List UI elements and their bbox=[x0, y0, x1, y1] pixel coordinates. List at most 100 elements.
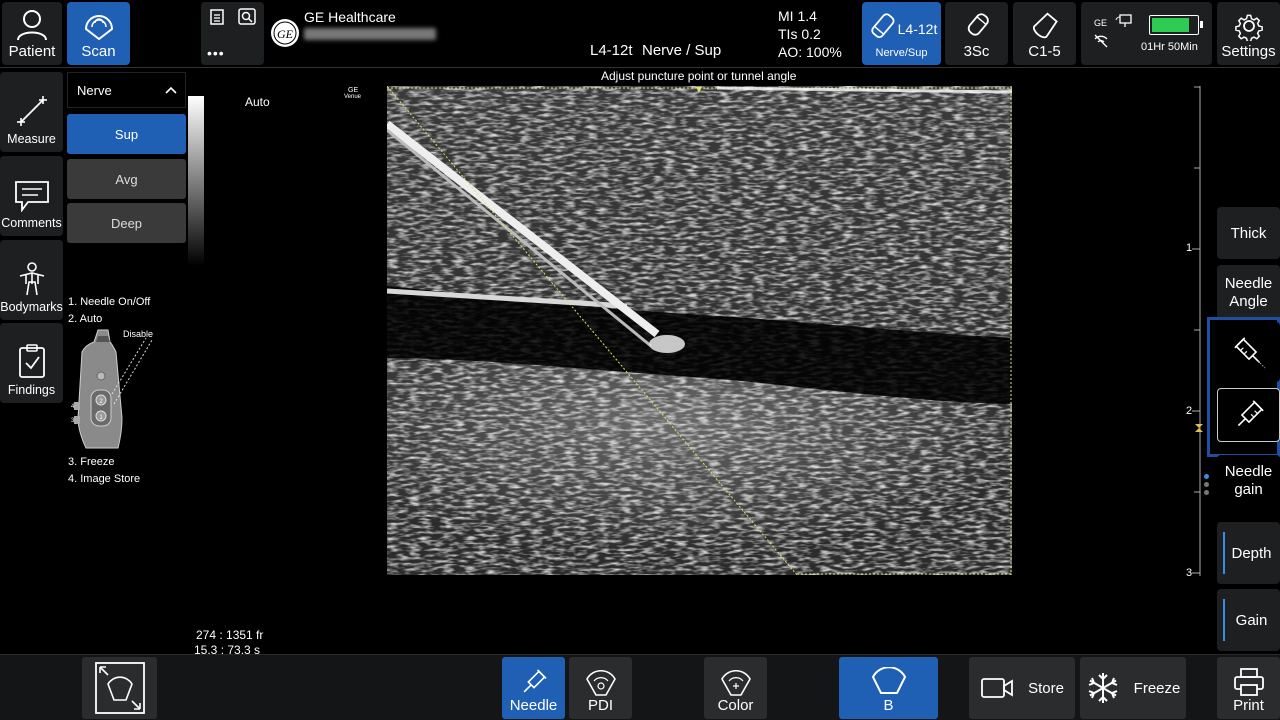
ao-readout: AO: 100% bbox=[778, 44, 842, 60]
mi-readout: MI 1.4 bbox=[778, 8, 817, 24]
b-mode-button[interactable]: B bbox=[839, 657, 938, 719]
bodymark-icon bbox=[19, 262, 44, 296]
wifi-off-icon bbox=[1094, 34, 1108, 48]
tis-readout: TIs 0.2 bbox=[778, 26, 821, 42]
freeze-label: Freeze bbox=[1133, 679, 1181, 697]
needle-angle-label: Needle Angle bbox=[1217, 265, 1280, 320]
gear-icon bbox=[1234, 14, 1263, 41]
tool-label: Comments bbox=[1, 216, 62, 230]
color-label: Color bbox=[717, 697, 754, 714]
depth-tick-label: 1 bbox=[1186, 242, 1193, 254]
depth-scale bbox=[1192, 86, 1203, 576]
pdi-mode-button[interactable]: PDI bbox=[569, 657, 632, 719]
needle-right-icon bbox=[1237, 400, 1264, 427]
battery-level-fill bbox=[1152, 18, 1190, 32]
comment-icon bbox=[14, 181, 49, 212]
snowflake-icon bbox=[1088, 673, 1118, 703]
ge-status-label: GE bbox=[1094, 18, 1108, 28]
color-doppler-icon bbox=[720, 670, 751, 696]
store-button[interactable]: Store bbox=[969, 657, 1075, 719]
tool-label: Measure bbox=[7, 132, 56, 146]
comments-button[interactable]: Comments bbox=[0, 156, 63, 236]
legend-item: 1. Needle On/Off bbox=[68, 296, 151, 308]
preset-header-label: Nerve bbox=[77, 82, 112, 98]
needle-label: Needle bbox=[509, 697, 558, 714]
thick-button[interactable]: Thick bbox=[1217, 207, 1280, 259]
patient-info-redacted bbox=[304, 28, 436, 40]
print-button[interactable]: Print bbox=[1217, 657, 1280, 719]
frame-counter: 274 : 1351 fr bbox=[196, 628, 264, 642]
grayscale-bar bbox=[188, 96, 204, 266]
probe-name: 3Sc bbox=[963, 43, 990, 60]
probe-sub: Nerve/Sup bbox=[875, 47, 928, 59]
more-options[interactable]: ••• bbox=[207, 45, 225, 61]
scan-probe-icon bbox=[84, 15, 113, 41]
preset-dropdown[interactable]: Nerve bbox=[67, 72, 186, 108]
linear-probe-icon bbox=[870, 13, 895, 39]
settings-label: Settings bbox=[1221, 43, 1276, 60]
system-status-panel: GE 01Hr 50Min bbox=[1081, 2, 1212, 65]
tool-label: Findings bbox=[7, 383, 56, 397]
clipboard-check-icon bbox=[18, 344, 45, 378]
color-mode-button[interactable]: Color bbox=[704, 657, 767, 719]
depth-tick-label: 3 bbox=[1186, 567, 1193, 579]
network-icon bbox=[1115, 14, 1132, 27]
venue-mark: Venue bbox=[344, 94, 362, 100]
pdi-icon bbox=[585, 670, 616, 696]
review-search-icon[interactable] bbox=[237, 8, 256, 25]
bodymarks-button[interactable]: Bodymarks bbox=[0, 240, 63, 320]
probe-name: L4-12t bbox=[897, 21, 938, 37]
fullscreen-button[interactable] bbox=[82, 657, 157, 719]
needle-mode-button[interactable]: Needle bbox=[502, 657, 565, 719]
patient-button[interactable]: Patient bbox=[2, 2, 62, 65]
preset-sup[interactable]: Sup bbox=[67, 114, 186, 154]
measure-icon bbox=[16, 96, 47, 126]
b-mode-icon bbox=[871, 667, 906, 694]
ultrasound-image[interactable] bbox=[387, 86, 1012, 575]
brand-name: GE Healthcare bbox=[304, 9, 396, 25]
video-camera-icon bbox=[981, 678, 1013, 698]
tool-label: Bodymarks bbox=[0, 300, 63, 314]
battery-time: 01Hr 50Min bbox=[1141, 41, 1198, 53]
sector-probe-icon bbox=[967, 13, 989, 36]
preset-avg[interactable]: Avg bbox=[67, 159, 186, 199]
needle-angle-right-button[interactable] bbox=[1217, 388, 1280, 442]
curved-probe-icon bbox=[1032, 12, 1058, 39]
needle-gain-button[interactable]: Needle gain bbox=[1217, 455, 1280, 507]
store-label: Store bbox=[1028, 679, 1064, 697]
probe-button-3sc[interactable]: 3Sc bbox=[945, 2, 1008, 65]
scan-label: Scan bbox=[81, 43, 116, 60]
depth-tick-label: 2 bbox=[1186, 405, 1193, 417]
clipboard-icon[interactable] bbox=[209, 8, 224, 25]
scan-button[interactable]: Scan bbox=[67, 2, 130, 65]
legend-item: 3. Freeze bbox=[68, 456, 115, 468]
depth-button[interactable]: Depth bbox=[1217, 522, 1280, 584]
pdi-label: PDI bbox=[587, 697, 613, 714]
probe-button-l4-12t[interactable]: L4-12t Nerve/Sup bbox=[862, 2, 941, 65]
gain-button[interactable]: Gain bbox=[1217, 589, 1280, 651]
probe-diagram-icon: 2 1 4 3 bbox=[71, 329, 153, 449]
person-icon bbox=[17, 10, 47, 41]
application-label: Nerve / Sup bbox=[642, 42, 722, 59]
worklist-button-group[interactable]: ••• bbox=[201, 2, 264, 65]
svg-text:GE: GE bbox=[277, 27, 294, 41]
legend-item: 4. Image Store bbox=[68, 473, 141, 485]
needle-icon bbox=[523, 669, 547, 693]
hint-text: Adjust puncture point or tunnel angle bbox=[601, 69, 797, 83]
needle-angle-left-button[interactable] bbox=[1217, 322, 1280, 382]
ultrasound-scene bbox=[387, 86, 1012, 575]
settings-button[interactable]: Settings bbox=[1217, 2, 1280, 65]
expand-image-icon bbox=[94, 662, 145, 714]
preset-deep[interactable]: Deep bbox=[67, 203, 186, 243]
freeze-button[interactable]: Freeze bbox=[1080, 657, 1186, 719]
chevron-up-icon bbox=[165, 86, 177, 94]
ge-logo: GE bbox=[271, 19, 299, 47]
ge-mark: GE bbox=[348, 87, 359, 94]
legend-item: 2. Auto bbox=[68, 313, 103, 325]
measure-button[interactable]: Measure bbox=[0, 72, 63, 152]
findings-button[interactable]: Findings bbox=[0, 323, 63, 403]
probe-preset-label: L4-12t bbox=[590, 42, 633, 59]
b-label: B bbox=[883, 697, 894, 714]
probe-button-c1-5[interactable]: C1-5 bbox=[1013, 2, 1076, 65]
battery-icon bbox=[1149, 15, 1203, 35]
